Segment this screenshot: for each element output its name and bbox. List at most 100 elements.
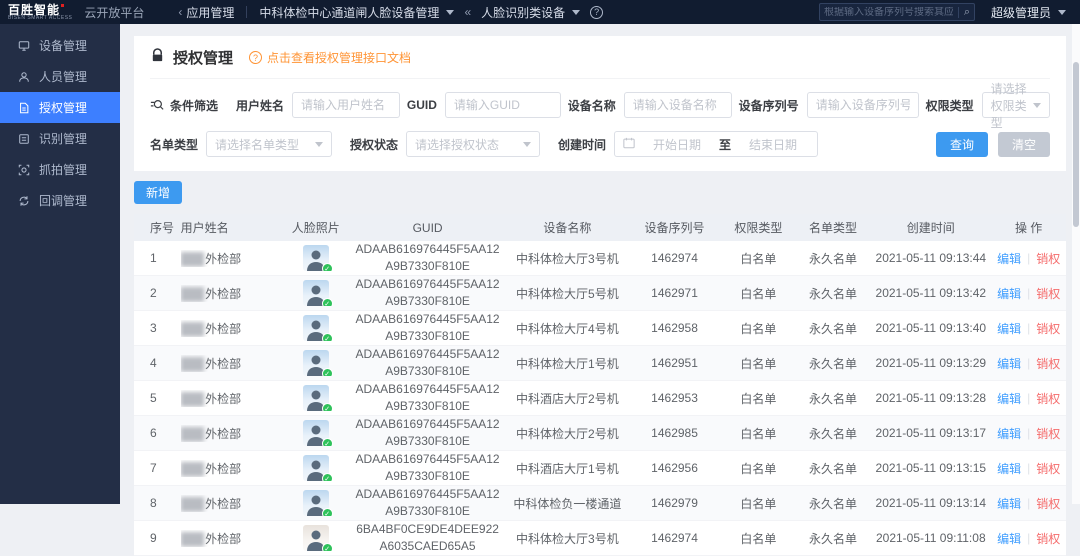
guid-input[interactable] — [444, 92, 561, 118]
sidebar-item-label: 识别管理 — [39, 132, 88, 146]
cell-face-photo: ✓ — [283, 385, 348, 411]
table-row: 1 ███ 外检部 ✓ ADAAB616976445F5AA12A9B7330F8… — [134, 241, 1066, 276]
cell-face-photo: ✓ — [283, 525, 348, 551]
sidebar-item-4[interactable]: 抓拍管理 — [0, 154, 120, 185]
api-doc-link[interactable]: ? 点击查看授权管理接口文档 — [249, 49, 411, 66]
perm-type-select[interactable]: 请选择权限类型 — [981, 82, 1050, 130]
column-header: 设备序列号 — [644, 221, 705, 235]
face-photo[interactable]: ✓ — [302, 385, 333, 411]
cell-serial: 1462951 — [651, 356, 698, 370]
date-start-placeholder[interactable]: 开始日期 — [641, 136, 713, 153]
device-name-input[interactable] — [623, 92, 732, 118]
face-photo[interactable]: ✓ — [302, 350, 333, 376]
search-button[interactable]: 查询 — [935, 131, 988, 157]
face-photo[interactable]: ✓ — [302, 315, 333, 341]
cell-guid: ADAAB616976445F5AA12A9B7330F810E — [355, 241, 500, 273]
edit-link[interactable]: 编辑 — [997, 495, 1021, 512]
serial-input[interactable] — [806, 92, 919, 118]
face-photo[interactable]: ✓ — [302, 490, 333, 516]
cell-face-photo: ✓ — [283, 350, 348, 376]
verified-badge-icon: ✓ — [321, 298, 333, 306]
list-type-select[interactable]: 请选择名单类型 — [206, 131, 333, 157]
edit-link[interactable]: 编辑 — [997, 530, 1021, 547]
cell-serial: 1462974 — [651, 531, 698, 545]
sidebar-item-label: 回调管理 — [39, 194, 88, 208]
back-to-app-management[interactable]: ‹ 应用管理 — [178, 4, 234, 21]
edit-link[interactable]: 编辑 — [997, 390, 1021, 407]
cell-index: 3 — [150, 321, 157, 335]
device-type-dropdown[interactable]: 人脸识别类设备 — [481, 4, 581, 21]
cell-device-name: 中科酒店大厅2号机 — [516, 391, 619, 406]
face-photo[interactable]: ✓ — [302, 280, 333, 306]
face-photo[interactable]: ✓ — [302, 420, 333, 446]
face-photo[interactable]: ✓ — [302, 455, 333, 481]
cell-perm-type: 白名单 — [740, 426, 777, 441]
cell-serial: 1462979 — [651, 496, 698, 510]
edit-link[interactable]: 编辑 — [997, 250, 1021, 267]
lock-icon — [150, 47, 165, 68]
divider: | — [1027, 426, 1031, 440]
table-row: 9 ███ 外检部 ✓ 6BA4BF0CE9DE4DEE922A6035CAED6… — [134, 521, 1066, 556]
app-selector-dropdown[interactable]: 中科体检中心通道闸人脸设备管理 — [259, 4, 455, 21]
filter-row-2: 名单类型 请选择名单类型 授权状态 请选择授权状态 创建时间 开始日期 至 结束… — [150, 131, 1050, 157]
cell-perm-type: 白名单 — [740, 391, 777, 406]
verified-badge-icon: ✓ — [321, 403, 333, 411]
cell-created-time: 2021-05-11 09:13:28 — [875, 391, 987, 405]
scrollbar[interactable] — [1072, 24, 1080, 504]
edit-link[interactable]: 编辑 — [997, 320, 1021, 337]
sidebar-item-label: 授权管理 — [39, 101, 88, 115]
edit-link[interactable]: 编辑 — [997, 460, 1021, 477]
cell-guid: ADAAB616976445F5AA12A9B7330F810E — [355, 486, 500, 518]
sidebar-item-1[interactable]: 人员管理 — [0, 61, 120, 92]
revoke-link[interactable]: 销权 — [1036, 495, 1060, 512]
auth-status-select[interactable]: 请选择授权状态 — [406, 131, 541, 157]
topbar-search: ⌕ — [818, 3, 975, 21]
edit-link[interactable]: 编辑 — [997, 355, 1021, 372]
edit-link[interactable]: 编辑 — [997, 425, 1021, 442]
cell-list-type: 永久名单 — [808, 286, 857, 301]
revoke-link[interactable]: 销权 — [1036, 425, 1060, 442]
scrollbar-thumb[interactable] — [1073, 62, 1079, 227]
verified-badge-icon: ✓ — [321, 333, 333, 341]
add-button[interactable]: 新增 — [134, 181, 183, 204]
sidebar-item-5[interactable]: 回调管理 — [0, 185, 120, 216]
guid-label: GUID — [406, 98, 437, 112]
date-end-placeholder[interactable]: 结束日期 — [737, 136, 809, 153]
face-photo[interactable]: ✓ — [302, 525, 333, 551]
topbar-search-input[interactable] — [823, 6, 953, 18]
revoke-link[interactable]: 销权 — [1036, 390, 1060, 407]
sidebar-item-2[interactable]: 授权管理 — [0, 92, 120, 123]
chevron-down-icon — [523, 141, 532, 147]
cell-device-name: 中科体检大厅2号机 — [516, 426, 619, 441]
column-header: GUID — [412, 220, 443, 235]
face-photo[interactable]: ✓ — [302, 245, 333, 271]
user-menu[interactable]: 超级管理员 — [991, 4, 1066, 21]
collapse-icon[interactable]: « — [464, 5, 471, 19]
revoke-link[interactable]: 销权 — [1036, 285, 1060, 302]
sidebar-item-3[interactable]: 识别管理 — [0, 123, 120, 154]
clear-button[interactable]: 清空 — [997, 131, 1050, 157]
cell-index: 1 — [150, 251, 157, 265]
search-icon[interactable]: ⌕ — [964, 6, 970, 19]
cell-serial: 1462958 — [651, 321, 698, 335]
cell-actions: 编辑 | 销权 — [991, 495, 1066, 512]
create-time-range-picker[interactable]: 开始日期 至 结束日期 — [614, 131, 819, 157]
cell-created-time: 2021-05-11 09:13:14 — [875, 496, 987, 510]
cell-face-photo: ✓ — [283, 280, 348, 306]
revoke-link[interactable]: 销权 — [1036, 355, 1060, 372]
help-icon[interactable]: ? — [590, 5, 604, 19]
cell-created-time: 2021-05-11 09:13:29 — [875, 356, 987, 370]
edit-link[interactable]: 编辑 — [997, 285, 1021, 302]
sidebar-item-0[interactable]: 设备管理 — [0, 30, 120, 61]
authorization-table: 序号 用户姓名 人脸照片 GUID 设备名称 设备序列号 权限类型 名单类型 创建时间 操 作 1… — [134, 214, 1066, 556]
condition-filter-label: 条件筛选 — [150, 97, 226, 114]
serial-label: 设备序列号 — [738, 98, 799, 113]
cell-perm-type: 白名单 — [740, 286, 777, 301]
username-input[interactable] — [292, 92, 401, 118]
cell-device-name: 中科体检大厅1号机 — [516, 356, 619, 371]
revoke-link[interactable]: 销权 — [1036, 250, 1060, 267]
revoke-link[interactable]: 销权 — [1036, 320, 1060, 337]
revoke-link[interactable]: 销权 — [1036, 530, 1060, 547]
cell-username: ███ 外检部 — [180, 391, 242, 406]
revoke-link[interactable]: 销权 — [1036, 460, 1060, 477]
